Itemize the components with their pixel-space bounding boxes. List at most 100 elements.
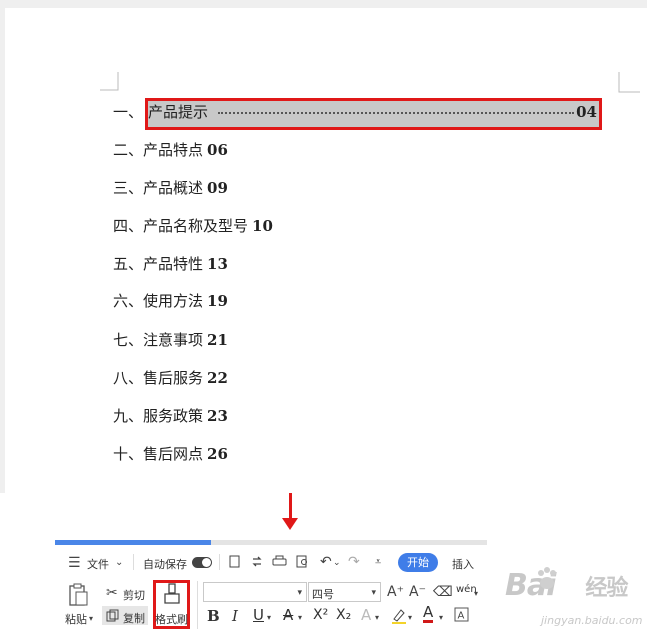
toc-entry-page: 26 [207, 445, 228, 463]
page-corner-mark-left [100, 72, 119, 91]
toc-entry-prefix: 二、 [113, 141, 144, 159]
clear-format-icon[interactable]: ⌫ [433, 585, 453, 599]
superscript-icon[interactable]: X² [313, 607, 328, 623]
toolbar-divider [133, 554, 134, 570]
toc-entry[interactable]: 八、售后服务 22 [113, 366, 228, 390]
toc-entry-page: 23 [207, 407, 228, 425]
chevron-down-icon: ▾ [371, 588, 376, 598]
toc-entry[interactable]: 十、售后网点 26 [113, 442, 228, 466]
more-dropdown-icon[interactable]: ⩡ [375, 555, 381, 569]
print-preview-icon[interactable] [296, 555, 310, 568]
toc-leader-dots [218, 112, 574, 114]
toc-entry-label: 产品概述 [143, 179, 204, 197]
toc-entry-page: 09 [207, 179, 228, 197]
toc-entry-prefix: 十、 [113, 445, 144, 463]
toc-entry[interactable]: 五、产品特性 13 [113, 252, 228, 276]
increase-font-icon[interactable]: A⁺ [387, 585, 404, 599]
toc-entry[interactable]: 九、服务政策 23 [113, 404, 228, 428]
font-size-select[interactable]: 四号 ▾ [308, 582, 381, 602]
toc-entry[interactable]: 三、产品概述 09 [113, 176, 228, 200]
toc-entry-label: 产品特性 [143, 255, 204, 273]
highlighter-icon[interactable] [391, 607, 407, 625]
toc-entry-label: 注意事项 [143, 331, 204, 349]
toc-entry-label: 服务政策 [143, 407, 204, 425]
copy-label[interactable]: 复制 [123, 610, 145, 626]
watermark-brand-suffix: 经验 [585, 576, 628, 601]
toc-entry-label[interactable]: 产品提示 [148, 100, 208, 124]
sync-icon[interactable] [250, 555, 264, 568]
progress-fill [55, 540, 211, 545]
tab-start[interactable]: 开始 [398, 553, 438, 572]
toc-entry-page: 22 [207, 369, 228, 387]
font-size-value: 四号 [312, 588, 334, 601]
toc-entry[interactable]: 六、使用方法 19 [113, 289, 228, 313]
window-left-strip [0, 8, 5, 493]
page-corner-mark-right [618, 72, 640, 93]
undo-icon[interactable]: ↶ [320, 555, 332, 569]
toolbar-divider [197, 581, 198, 629]
toolbar-divider [219, 554, 220, 570]
new-doc-icon[interactable] [229, 555, 241, 568]
baidu-watermark: Bai 经验 [505, 568, 628, 603]
redo-icon[interactable]: ↷ [348, 555, 360, 569]
toc-entry-page: 13 [207, 255, 228, 273]
cut-label[interactable]: 剪切 [123, 587, 145, 603]
toc-entry-page: 04 [576, 103, 597, 121]
toc-entry-prefix: 三、 [113, 179, 144, 197]
underline-icon[interactable]: U [253, 606, 264, 624]
paste-icon[interactable] [68, 583, 90, 607]
format-painter-icon [164, 583, 180, 604]
decrease-font-icon[interactable]: A⁻ [409, 585, 426, 599]
svg-text:A: A [458, 611, 465, 622]
toc-entry-page: 19 [207, 292, 228, 310]
annotation-arrow-shaft [289, 493, 292, 520]
toc-entry-page: 21 [207, 331, 228, 349]
autosave-label: 自动保存 [143, 558, 187, 571]
underline-dropdown-icon[interactable]: ▾ [267, 611, 271, 625]
toc-entry[interactable]: 四、产品名称及型号 10 [113, 214, 273, 238]
highlighter-dropdown-icon[interactable]: ▾ [408, 611, 412, 625]
baidu-paw-icon [538, 567, 556, 589]
font-color-dropdown-icon[interactable]: ▾ [439, 611, 443, 625]
toc-entry-page: 10 [252, 217, 273, 235]
toc-entry-label: 售后网点 [143, 445, 204, 463]
toc-entry-label: 产品特点 [143, 141, 204, 159]
phonetic-dropdown-icon[interactable]: ▾ [474, 587, 478, 601]
font-color-icon[interactable]: A [423, 604, 434, 623]
hamburger-menu-icon[interactable]: ☰ [68, 556, 81, 570]
toc-entry-label: 使用方法 [143, 292, 204, 310]
copy-icon [106, 609, 119, 622]
toc-entry-prefix: 九、 [113, 407, 144, 425]
text-effect-icon[interactable]: A [361, 606, 371, 624]
tab-insert[interactable]: 插入 [452, 556, 474, 572]
undo-dropdown-icon[interactable]: ⌄ [333, 556, 341, 570]
font-name-select[interactable]: ▾ [203, 582, 307, 602]
subscript-icon[interactable]: X₂ [336, 607, 351, 623]
paste-label[interactable]: 粘贴 [65, 611, 87, 627]
file-menu-label[interactable]: 文件 [87, 556, 109, 572]
toc-entry-prefix: 八、 [113, 369, 144, 387]
toc-entry-prefix: 四、 [113, 217, 144, 235]
format-painter-label[interactable]: 格式刷 [155, 611, 188, 627]
scissors-icon[interactable]: ✂ [106, 586, 118, 600]
paste-dropdown-icon[interactable]: ▾ [89, 612, 93, 626]
bold-icon[interactable]: B [207, 607, 220, 625]
toc-entry-prefix: 一、 [113, 103, 144, 121]
char-border-icon[interactable]: A [454, 607, 469, 622]
toc-entry[interactable]: 二、产品特点 06 [113, 138, 228, 162]
toc-entry-prefix: 七、 [113, 331, 144, 349]
toc-entry-page: 06 [207, 141, 228, 159]
chevron-down-icon: ▾ [297, 588, 302, 598]
autosave-toggle[interactable] [192, 557, 212, 568]
toc-entry-label: 产品名称及型号 [143, 217, 249, 235]
chevron-down-icon[interactable]: ⌄ [115, 556, 123, 570]
print-icon[interactable] [272, 555, 287, 568]
annotation-arrow-head [282, 518, 298, 530]
italic-icon[interactable]: I [232, 607, 238, 625]
text-effect-dropdown-icon[interactable]: ▾ [375, 611, 379, 625]
strikethrough-icon[interactable]: A [283, 606, 293, 624]
strikethrough-dropdown-icon[interactable]: ▾ [298, 611, 302, 625]
toc-entry-selected-highlight[interactable] [145, 98, 602, 130]
window-top-strip [0, 0, 647, 8]
toc-entry[interactable]: 七、注意事项 21 [113, 328, 228, 352]
